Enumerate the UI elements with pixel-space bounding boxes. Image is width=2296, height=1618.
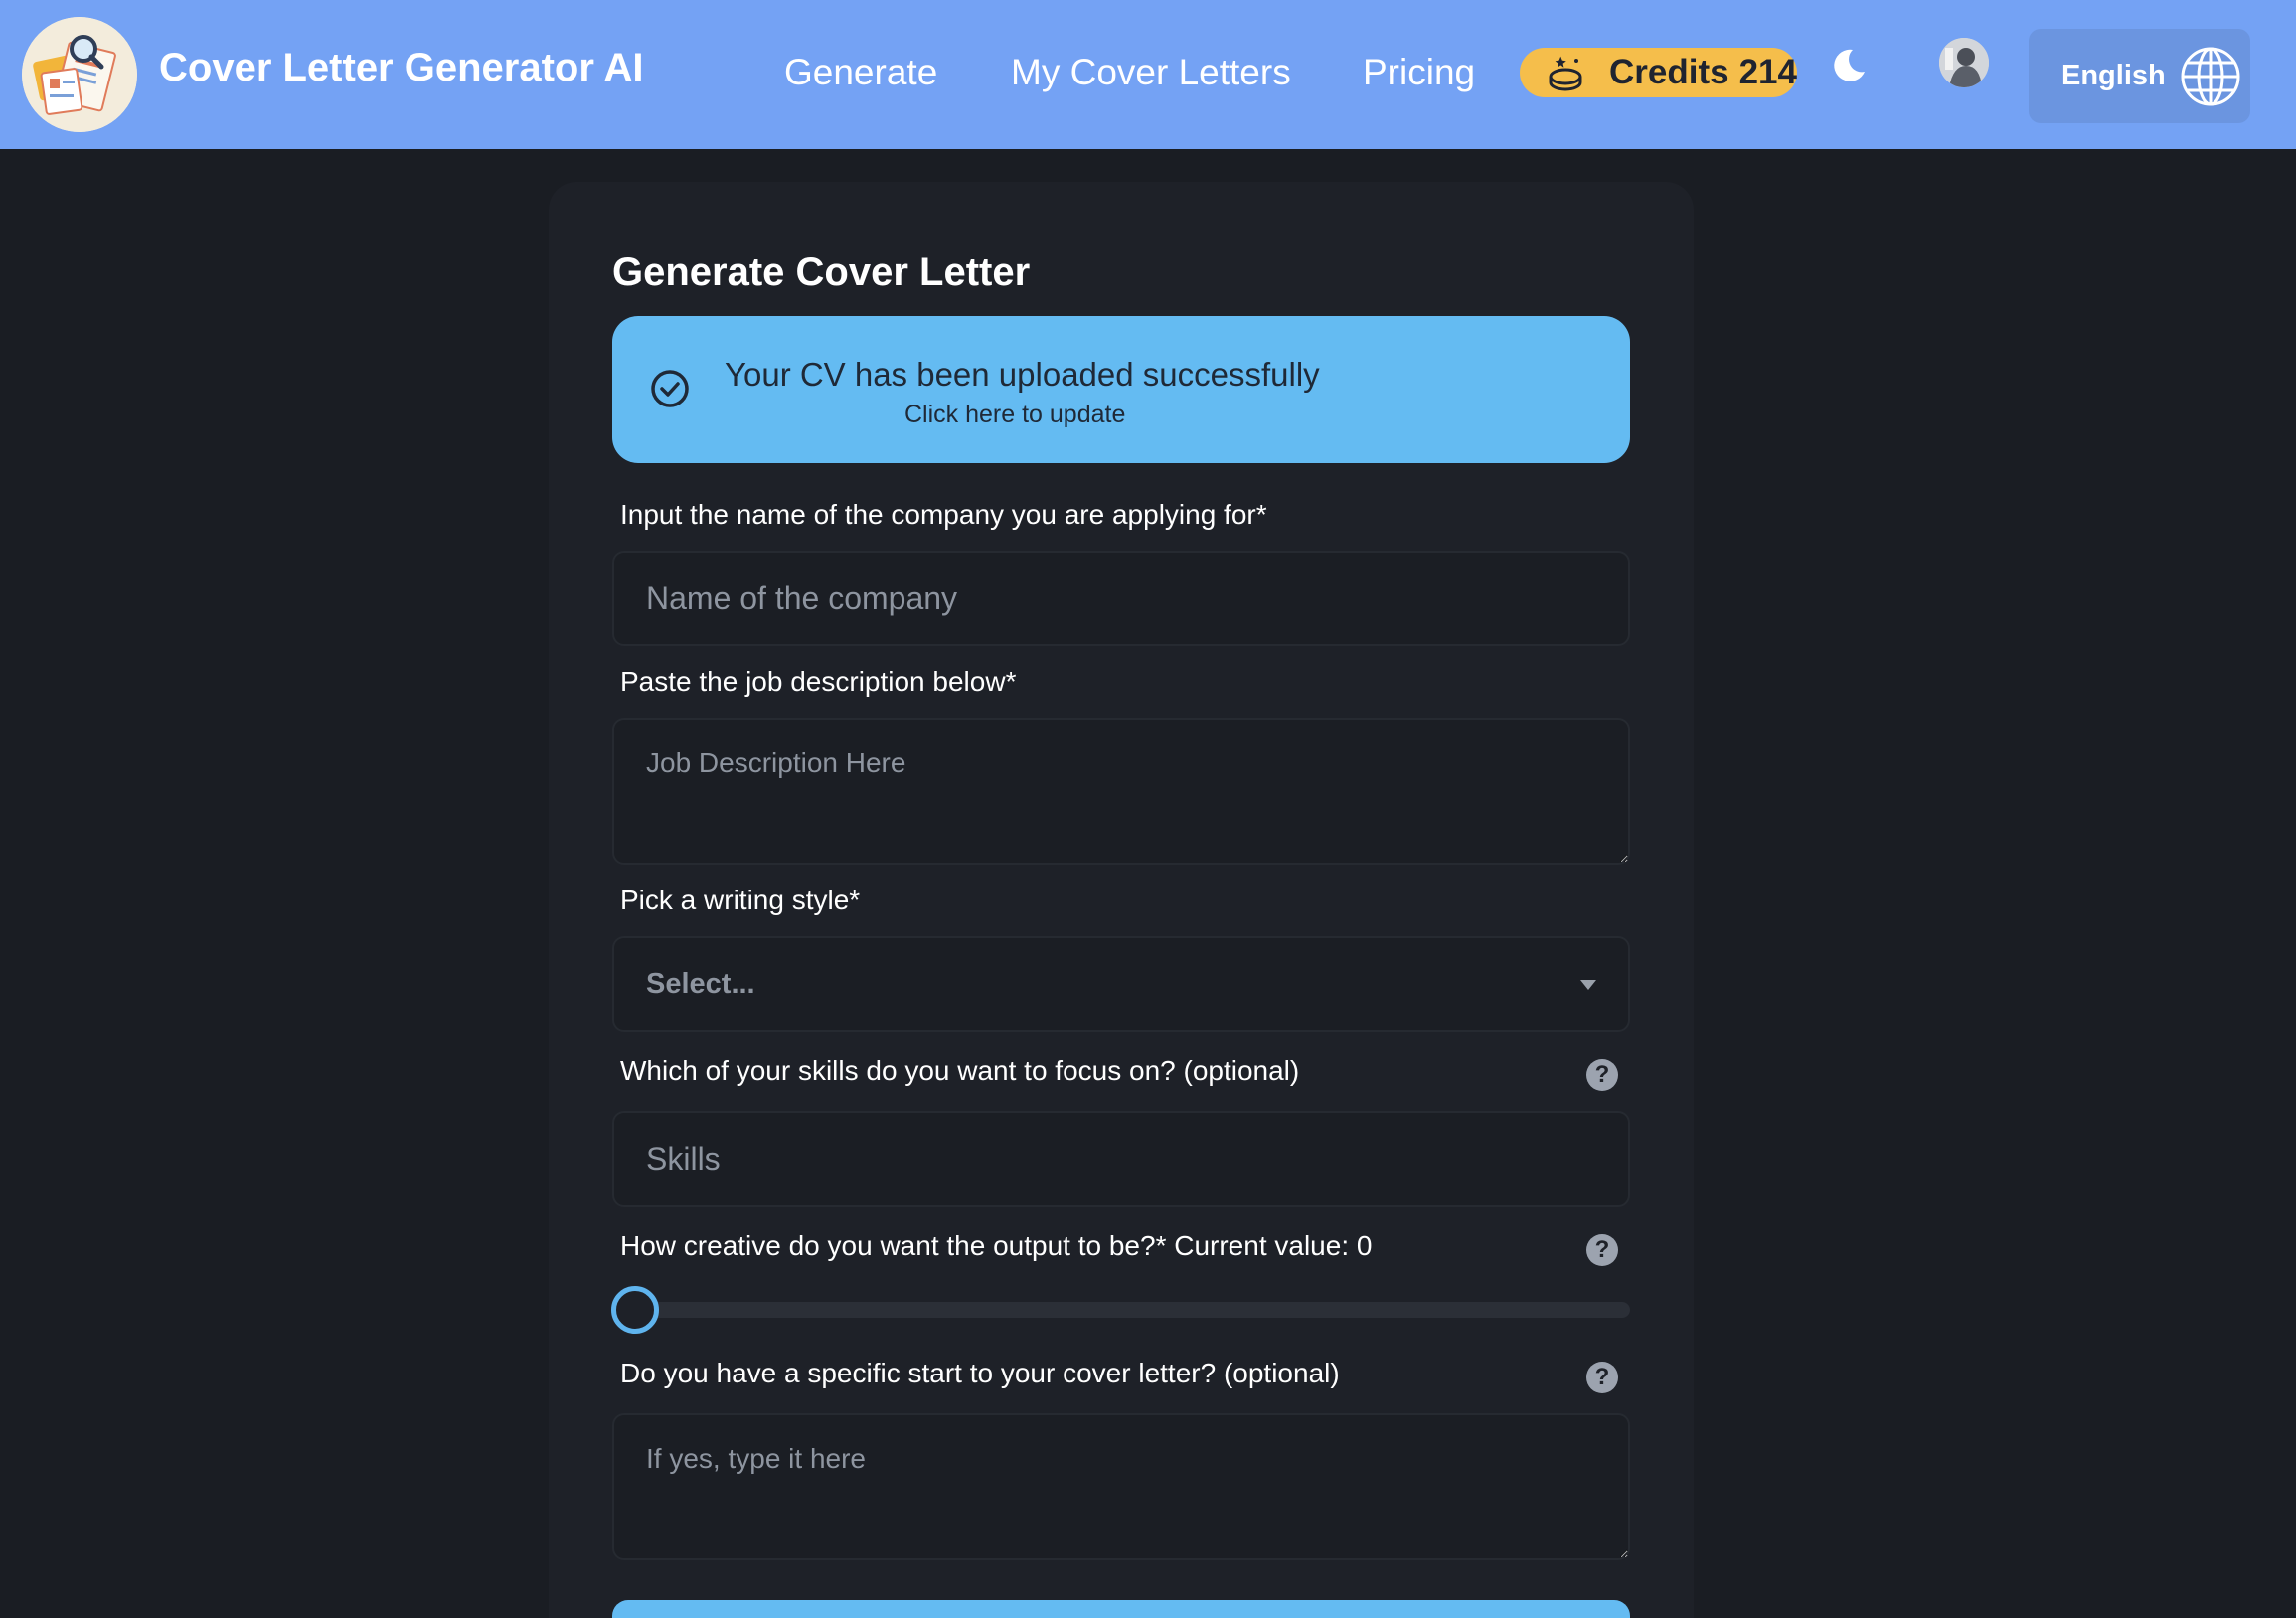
chevron-down-icon <box>1580 980 1596 990</box>
alert-update-link[interactable]: Click here to update <box>904 401 1125 429</box>
specific-start-textarea[interactable] <box>612 1413 1630 1560</box>
creativity-slider-track[interactable] <box>626 1302 1630 1318</box>
globe-icon <box>2180 46 2241 107</box>
nav-pricing[interactable]: Pricing <box>1363 52 1475 93</box>
check-circle-icon <box>649 368 691 409</box>
cv-upload-alert[interactable]: Your CV has been uploaded successfully C… <box>612 316 1630 463</box>
creativity-slider-thumb[interactable] <box>611 1286 659 1334</box>
credits-badge[interactable]: Credits 214 <box>1520 48 1797 97</box>
top-navbar: Cover Letter Generator AI Generate My Co… <box>0 0 2296 149</box>
writing-style-select[interactable]: Select... <box>612 936 1630 1032</box>
credits-value: 214 <box>1738 53 1797 91</box>
moon-icon[interactable] <box>1829 46 1869 85</box>
language-selector[interactable]: English <box>2029 29 2250 123</box>
company-label: Input the name of the company you are ap… <box>620 499 1267 530</box>
help-icon[interactable]: ? <box>1586 1234 1618 1266</box>
nav-my-cover-letters[interactable]: My Cover Letters <box>1011 52 1291 93</box>
credits-label: Credits <box>1609 53 1729 91</box>
company-name-input[interactable] <box>612 551 1630 646</box>
writing-style-label: Pick a writing style* <box>620 885 861 915</box>
nav-generate[interactable]: Generate <box>784 52 937 93</box>
skills-label: Which of your skills do you want to focu… <box>620 1055 1300 1086</box>
language-label: English <box>2061 60 2166 91</box>
writing-style-selected: Select... <box>646 968 755 1000</box>
brand-logo-icon[interactable] <box>22 17 137 132</box>
alert-title: Your CV has been uploaded successfully <box>725 356 1320 393</box>
help-icon[interactable]: ? <box>1586 1362 1618 1393</box>
avatar[interactable] <box>1939 38 1989 87</box>
page-title: Generate Cover Letter <box>612 250 1031 294</box>
creativity-label: How creative do you want the output to b… <box>620 1230 1373 1261</box>
brand-name[interactable]: Cover Letter Generator AI <box>159 46 644 90</box>
skills-input[interactable] <box>612 1111 1630 1207</box>
generate-submit-button[interactable] <box>612 1600 1630 1618</box>
coin-icon <box>1546 53 1585 92</box>
help-icon[interactable]: ? <box>1586 1059 1618 1091</box>
job-description-textarea[interactable] <box>612 718 1630 865</box>
job-description-label: Paste the job description below* <box>620 666 1017 697</box>
specific-start-label: Do you have a specific start to your cov… <box>620 1358 1340 1388</box>
